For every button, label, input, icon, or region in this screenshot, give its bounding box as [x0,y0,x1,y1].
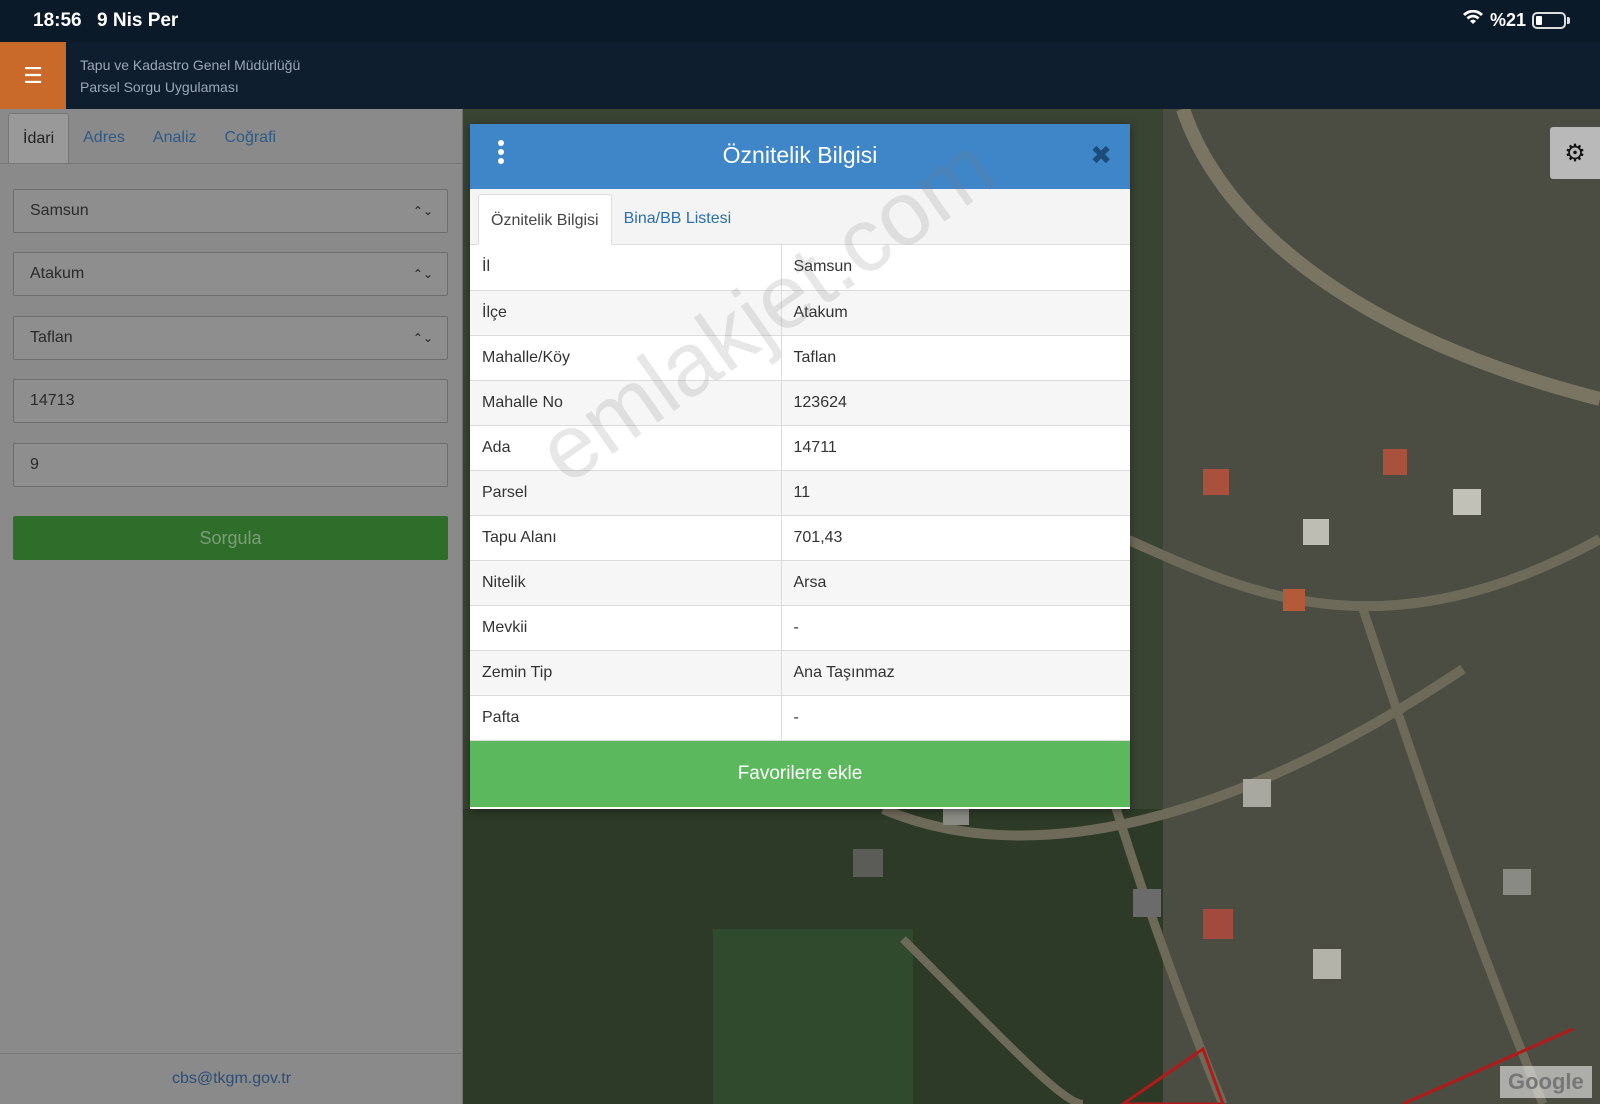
table-row: Mevkii - [470,605,1130,651]
status-date: 9 Nis Per [97,10,179,31]
attribute-key: Zemin Tip [470,650,782,696]
parsel-input-value: 9 [30,456,39,473]
mahalle-select[interactable]: Taflan ⌃⌄ [13,316,448,360]
status-indicators: %21 [1462,9,1570,31]
tab-cografi[interactable]: Coğrafi [211,113,291,163]
attribute-value: Taflan [781,335,1130,381]
ilce-select[interactable]: Atakum ⌃⌄ [13,252,448,296]
dialog-title: Öznitelik Bilgisi [722,142,878,168]
table-row: Nitelik Arsa [470,560,1130,606]
footer-email-link[interactable]: cbs@tkgm.gov.tr [0,1070,463,1088]
attribute-value: - [781,605,1130,651]
add-favorite-button[interactable]: Favorilere ekle [470,740,1130,807]
battery-percent: %21 [1489,10,1526,30]
status-time: 18:56 [33,10,82,31]
hamburger-icon: ☰ [23,62,43,88]
chevron-updown-icon: ⌃⌄ [412,267,433,281]
table-row: Pafta - [470,695,1130,741]
il-select-value: Samsun [30,202,89,219]
attribute-value: Ana Taşınmaz [781,650,1130,696]
il-select[interactable]: Samsun ⌃⌄ [13,189,448,233]
chevron-updown-icon: ⌃⌄ [412,331,433,345]
tab-idari[interactable]: İdari [8,113,70,163]
close-icon[interactable]: ✖ [1090,140,1112,171]
status-bar: 18:56 9 Nis Per %21 [0,0,1600,42]
chevron-updown-icon: ⌃⌄ [412,204,433,218]
parsel-input[interactable]: 9 [13,443,448,487]
ada-input-value: 14713 [30,392,75,409]
mahalle-select-value: Taflan [30,329,73,346]
map-settings-button[interactable]: ⚙ [1550,127,1600,179]
query-tabs: İdari Adres Analiz Coğrafi [0,109,462,164]
gear-icon: ⚙ [1564,139,1586,167]
divider [0,1053,463,1054]
attribute-key: Parsel [470,470,782,516]
tab-analiz[interactable]: Analiz [139,113,211,163]
battery-icon [1532,12,1566,29]
table-row: Zemin Tip Ana Taşınmaz [470,650,1130,696]
hamburger-menu-button[interactable]: ☰ [0,42,66,109]
tab-bina-bb-listesi[interactable]: Bina/BB Listesi [612,193,744,244]
app-title: Tapu ve Kadastro Genel Müdürlüğü Parsel … [80,54,300,98]
attribute-value: 11 [781,470,1130,516]
google-logo: Google [1500,1066,1592,1098]
wifi-icon [1462,9,1484,31]
app-title-line1: Tapu ve Kadastro Genel Müdürlüğü [80,57,301,73]
dialog-header: Öznitelik Bilgisi ✖ [470,124,1130,189]
attribute-key: Pafta [470,695,782,741]
query-panel: İdari Adres Analiz Coğrafi Samsun ⌃⌄ Ata… [0,109,463,1104]
table-row: Tapu Alanı 701,43 [470,515,1130,561]
attribute-value: Arsa [781,560,1130,606]
attribute-key: Mevkii [470,605,782,651]
attribute-key: Nitelik [470,560,782,606]
attribute-key: Tapu Alanı [470,515,782,561]
tab-adres[interactable]: Adres [69,113,139,163]
app-header: ☰ Tapu ve Kadastro Genel Müdürlüğü Parse… [0,42,1600,109]
sorgula-button[interactable]: Sorgula [13,516,448,560]
app-title-line2: Parsel Sorgu Uygulaması [80,79,239,95]
attribute-value: 701,43 [781,515,1130,561]
tab-oznitelik-bilgisi[interactable]: Öznitelik Bilgisi [478,194,612,245]
attribute-value: 14711 [781,425,1130,471]
attribute-value: 123624 [781,380,1130,426]
ilce-select-value: Atakum [30,265,85,282]
ada-input[interactable]: 14713 [13,379,448,423]
attribute-value: - [781,695,1130,741]
